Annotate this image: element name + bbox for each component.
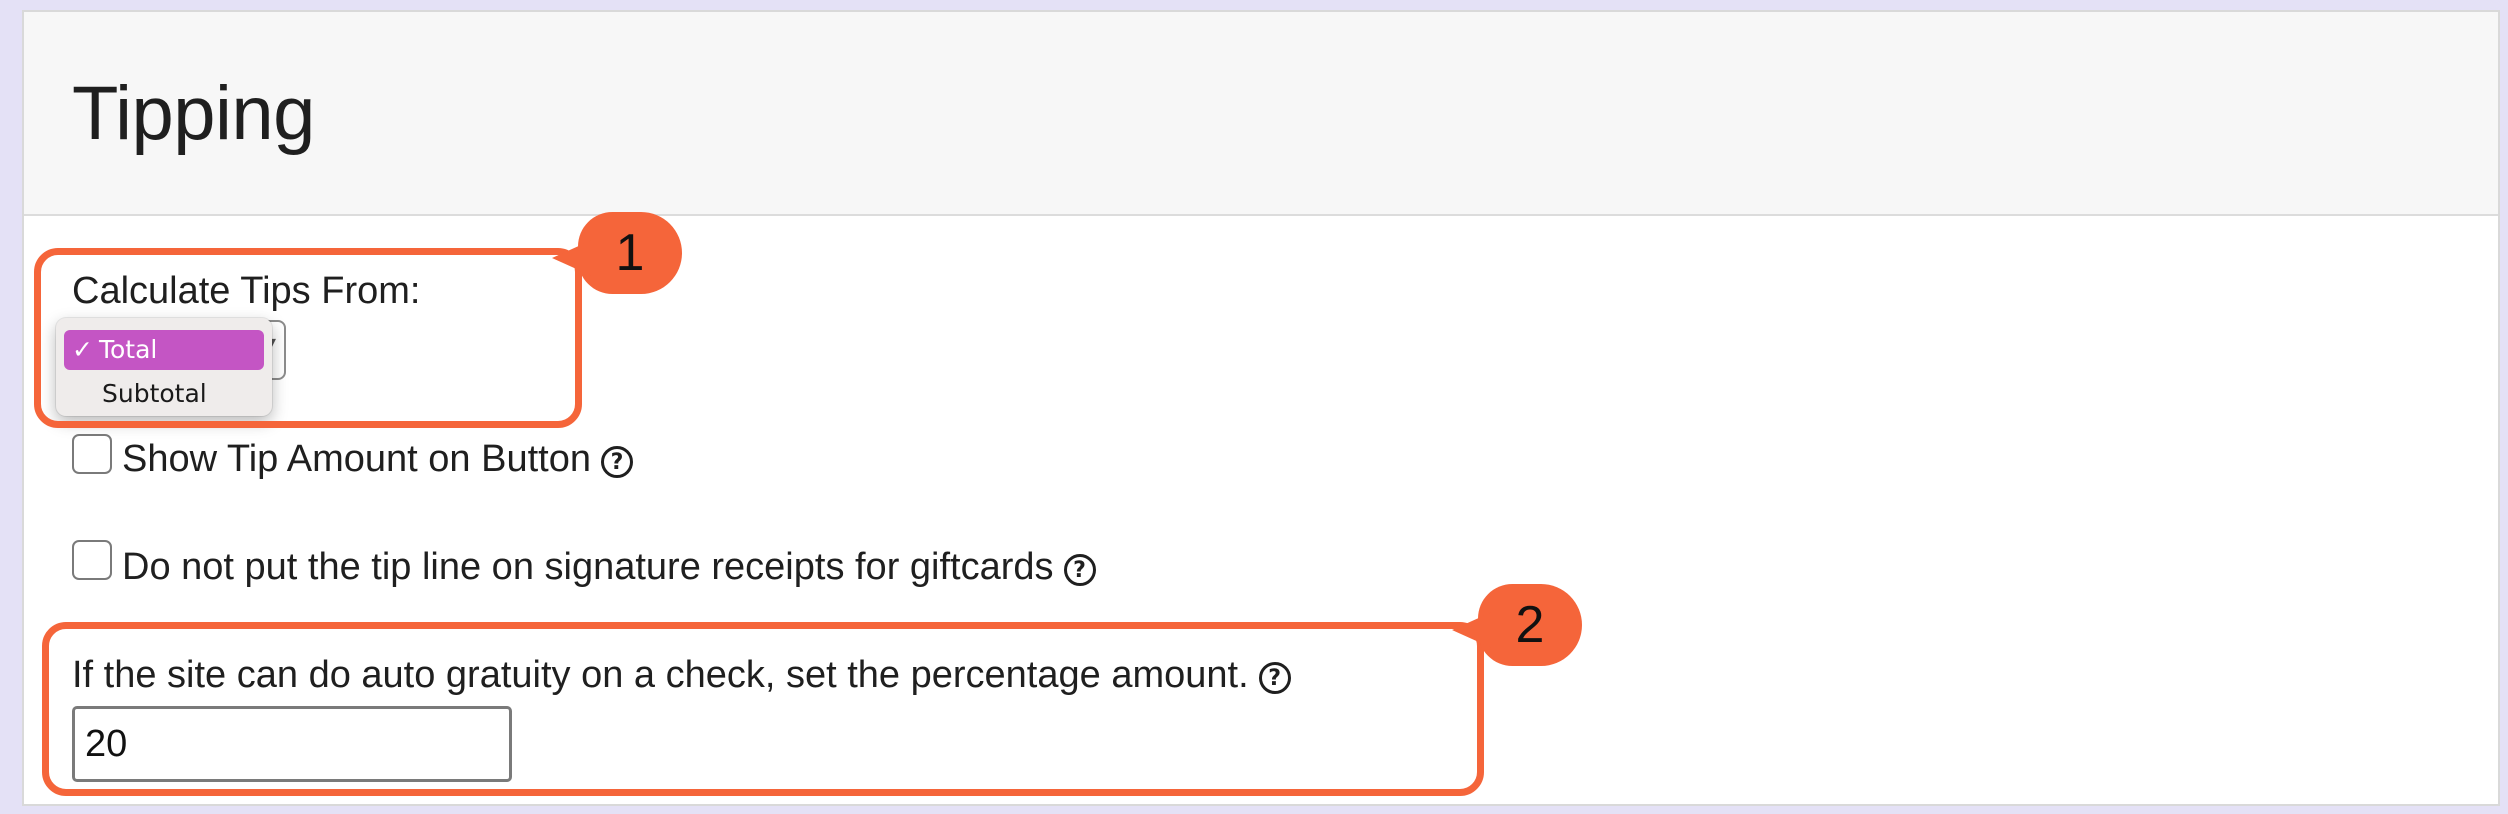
question-circle-icon[interactable]: ? (600, 446, 633, 478)
callout-box-1 (34, 248, 582, 428)
callout-box-2 (42, 622, 1484, 796)
no-tip-line-giftcards-checkbox[interactable] (72, 540, 112, 580)
page-title: Tipping (72, 71, 315, 156)
callout-badge-2: 2 (1452, 584, 1582, 666)
callout-number-1: 1 (615, 224, 645, 282)
callout-badge-1: 1 (552, 212, 682, 294)
question-circle-icon[interactable]: ? (1063, 554, 1096, 586)
no-tip-line-giftcards-row: Do not put the tip line on signature rec… (122, 546, 1096, 589)
show-tip-amount-row: Show Tip Amount on Button? (122, 438, 633, 481)
show-tip-amount-checkbox[interactable] (72, 434, 112, 474)
no-tip-line-giftcards-label: Do not put the tip line on signature rec… (122, 546, 1054, 588)
panel-header: Tipping (24, 12, 2498, 216)
callout-number-2: 2 (1515, 596, 1545, 654)
show-tip-amount-label: Show Tip Amount on Button (122, 438, 591, 480)
